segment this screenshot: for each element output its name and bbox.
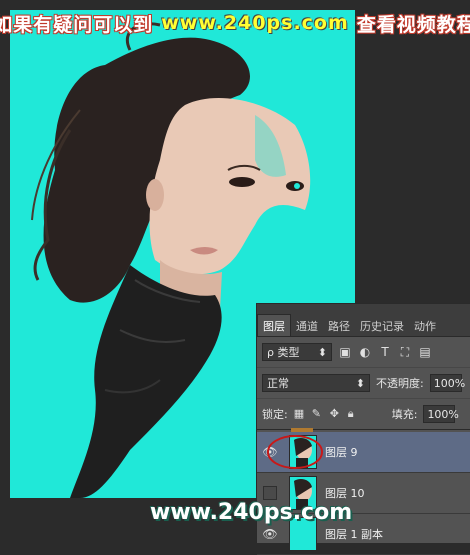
lock-transparent-icon[interactable]: ▦ (294, 408, 306, 420)
watermark-site-text: www.240ps.com (161, 12, 349, 34)
lock-all-icon[interactable]: 🔒︎ (348, 408, 360, 420)
lock-move-icon[interactable]: ✥ (330, 408, 342, 420)
watermark-right-text: 查看视频教程 (356, 13, 470, 36)
tab-history[interactable]: 历史记录 (355, 316, 409, 336)
top-watermark: 如果有疑问可以到 www.240ps.com 查看视频教程 (0, 0, 470, 46)
layer-name[interactable]: 图层 1 副本 (325, 526, 383, 542)
blend-mode-value: 正常 (267, 377, 289, 390)
filter-type-label: ρ 类型 (267, 346, 300, 359)
adjustment-filter-icon[interactable]: ◐ (358, 346, 372, 358)
filter-type-select[interactable]: ρ 类型 ⬍ (262, 343, 332, 361)
tab-layers[interactable]: 图层 (257, 314, 291, 336)
smart-object-filter-icon[interactable]: ▤ (418, 346, 432, 358)
hidden-box-icon (263, 486, 277, 500)
tab-channels[interactable]: 通道 (291, 316, 323, 336)
filter-row: ρ 类型 ⬍ ▣ ◐ T ⛶ ▤ (257, 337, 470, 367)
chevron-down-icon: ⬍ (317, 345, 327, 359)
tab-paths[interactable]: 路径 (323, 316, 355, 336)
layer-row-selected[interactable]: 👁︎ 图层 9 (257, 432, 470, 473)
shape-filter-icon[interactable]: ⛶ (398, 346, 412, 358)
highlight-circle (267, 435, 323, 469)
opacity-label: 不透明度: (376, 377, 424, 390)
blend-row: 正常 ⬍ 不透明度: 100% (257, 367, 470, 398)
layer-name[interactable]: 图层 9 (325, 444, 358, 460)
eye-icon: 👁︎ (262, 527, 278, 541)
fill-input[interactable]: 100% (423, 405, 459, 423)
bottom-watermark: www.240ps.com (150, 500, 353, 525)
lock-row: 锁定: ▦ ✎ ✥ 🔒︎ 填充: 100% (257, 398, 470, 430)
lock-label: 锁定: (262, 408, 288, 421)
chevron-down-icon: ⬍ (355, 376, 365, 390)
lock-brush-icon[interactable]: ✎ (312, 408, 324, 420)
panel-tabs: 图层 通道 路径 历史记录 动作 (257, 304, 470, 337)
opacity-input[interactable]: 100% (429, 374, 465, 392)
layer-name[interactable]: 图层 10 (325, 485, 365, 501)
tab-actions[interactable]: 动作 (409, 316, 441, 336)
type-filter-icon[interactable]: T (378, 346, 392, 358)
blend-mode-select[interactable]: 正常 ⬍ (262, 374, 370, 392)
fill-label: 填充: (391, 408, 418, 421)
image-filter-icon[interactable]: ▣ (338, 346, 352, 358)
watermark-left-text: 如果有疑问可以到 (0, 13, 154, 36)
